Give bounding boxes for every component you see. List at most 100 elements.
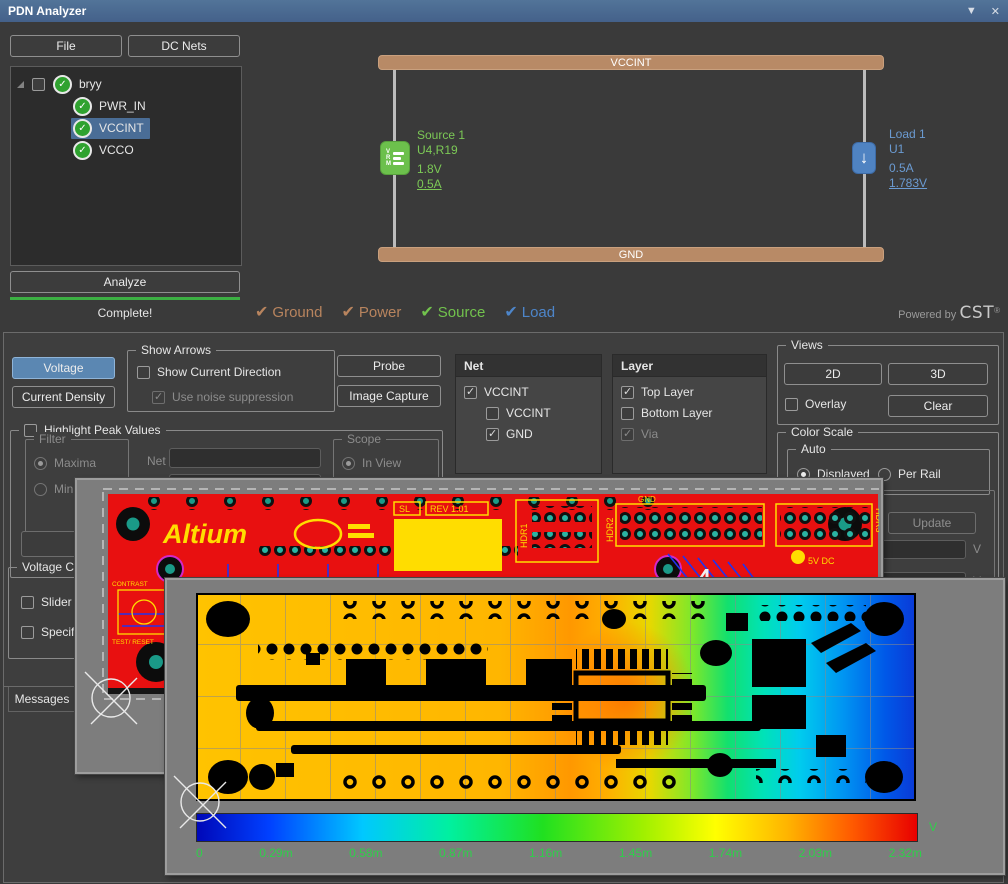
file-button[interactable]: File — [10, 35, 122, 57]
layer-item-top[interactable]: Top Layer — [621, 385, 766, 399]
legend-load: ✔Load — [504, 302, 555, 322]
legend-ground: ✔Ground — [255, 302, 322, 322]
source-info: Source 1 U4,R19 1.8V 0.5A — [417, 128, 465, 192]
source-designators: U4,R19 — [417, 143, 465, 158]
tree-row-vccint-selected[interactable]: ✓ VCCINT — [11, 117, 241, 139]
overlay-row[interactable]: Overlay — [785, 397, 846, 411]
image-capture-button[interactable]: Image Capture — [337, 385, 441, 407]
close-icon[interactable]: ✕ — [991, 5, 1000, 18]
vrm-bars-icon — [393, 152, 404, 165]
tree-root-label[interactable]: bryy — [79, 77, 102, 91]
probe-button[interactable]: Probe — [337, 355, 441, 377]
layer-panel: Layer Top Layer Bottom Layer Via — [612, 354, 767, 474]
source-name: Source 1 — [417, 128, 465, 143]
clear-button[interactable]: Clear — [888, 395, 988, 417]
cst-logo: CST — [960, 303, 995, 323]
five-v-label: 5V DC — [808, 556, 835, 566]
net-gnd-checkbox[interactable] — [486, 428, 499, 441]
via-checkbox[interactable] — [621, 428, 634, 441]
window-title: PDN Analyzer — [8, 4, 952, 18]
sl-label: SL — [399, 504, 410, 514]
vrm-source-icon[interactable]: VRM — [381, 142, 409, 174]
in-view-row: In View — [342, 456, 401, 470]
test-reset-label: TEST/ RESET — [112, 639, 154, 646]
powered-by-cst: Powered by CST® — [898, 303, 1000, 323]
vrm-label: VRM — [386, 149, 391, 167]
legend-power: ✔Power — [341, 302, 401, 322]
view-3d-button[interactable]: 3D — [888, 363, 988, 385]
tree-row-pwr-in[interactable]: ✓ PWR_IN — [11, 95, 241, 117]
source-voltage: 1.8V — [417, 162, 465, 177]
bottom-rail-bus[interactable]: GND — [378, 247, 884, 262]
top-rail-bus[interactable]: VCCINT — [378, 55, 884, 70]
hdr3-label: HDR3 — [874, 508, 879, 533]
maxima-radio[interactable] — [34, 457, 47, 470]
load-icon[interactable]: ↓ — [853, 143, 875, 173]
net-tree: ✓ bryy ✓ PWR_IN ✓ VCCINT ✓ VCCO — [10, 66, 242, 266]
progress-bar — [10, 297, 240, 300]
status-text: Complete! — [10, 306, 240, 320]
load-designators: U1 — [889, 142, 927, 157]
contrast-label: CONTRAST — [112, 581, 148, 588]
load-info: Load 1 U1 0.5A 1.783V — [889, 127, 927, 191]
layer-item-via: Via — [621, 427, 766, 441]
check-circle-icon: ✓ — [73, 97, 92, 116]
net-vccint-child-checkbox[interactable] — [486, 407, 499, 420]
highlight-net-field[interactable] — [169, 448, 321, 468]
specific-row[interactable]: Specifi — [21, 625, 77, 639]
slider-checkbox[interactable] — [21, 596, 34, 609]
hdr2-label: HDR2 — [605, 517, 615, 542]
noise-suppression-row: Use noise suppression — [152, 390, 293, 404]
check-circle-icon: ✓ — [73, 119, 92, 138]
minima-radio[interactable] — [34, 483, 47, 496]
tree-item-label[interactable]: VCCO — [99, 143, 134, 157]
net-field-label: Net — [147, 454, 166, 468]
bottom-layer-checkbox[interactable] — [621, 407, 634, 420]
slider-row[interactable]: Slider — [21, 595, 72, 609]
in-view-radio[interactable] — [342, 457, 355, 470]
source-current[interactable]: 0.5A — [417, 177, 465, 192]
net-vccint-checkbox[interactable] — [464, 386, 477, 399]
tree-expander-icon[interactable] — [17, 81, 24, 88]
show-current-direction-row[interactable]: Show Current Direction — [137, 365, 281, 379]
view-2d-button[interactable]: 2D — [784, 363, 882, 385]
scale-max-unit: V — [973, 542, 981, 556]
window-titlebar: PDN Analyzer ▼ ✕ — [0, 0, 1008, 22]
analyze-button[interactable]: Analyze — [10, 271, 240, 293]
voltage-button[interactable]: Voltage — [12, 357, 115, 379]
per-rail-row[interactable]: Per Rail — [878, 467, 941, 481]
dc-nets-button[interactable]: DC Nets — [128, 35, 240, 57]
layer-item-bottom[interactable]: Bottom Layer — [621, 406, 766, 420]
load-current: 0.5A — [889, 161, 927, 176]
show-current-direction-checkbox[interactable] — [137, 366, 150, 379]
load-voltage[interactable]: 1.783V — [889, 176, 927, 191]
pcb-window-voltage-map[interactable]: V 0 0.29m 0.58m 0.87m 1.16m 1.45m 1.74m … — [165, 578, 1005, 875]
overlay-checkbox[interactable] — [785, 398, 798, 411]
top-layer-checkbox[interactable] — [621, 386, 634, 399]
tree-root-checkbox[interactable] — [32, 78, 45, 91]
views-group: Views 2D 3D Overlay Clear — [777, 345, 999, 425]
scope-title: Scope — [342, 432, 386, 446]
menu-chevron-icon[interactable]: ▼ — [966, 5, 977, 17]
legend-source: ✔Source — [420, 302, 485, 322]
origin-crosshair-icon — [82, 669, 140, 727]
update-button[interactable]: Update — [888, 512, 976, 534]
auto-title: Auto — [796, 442, 831, 456]
messages-tab[interactable]: Messages — [8, 687, 76, 712]
noise-suppression-checkbox[interactable] — [152, 391, 165, 404]
tree-row-vcco[interactable]: ✓ VCCO — [11, 139, 241, 161]
net-item-gnd[interactable]: GND — [486, 427, 601, 441]
net-item-vccint[interactable]: VCCINT — [464, 385, 601, 399]
current-density-button[interactable]: Current Density — [12, 386, 115, 408]
tree-item-label[interactable]: VCCINT — [99, 121, 144, 135]
tree-selection-highlight[interactable]: ✓ VCCINT — [71, 118, 150, 139]
tree-item-label[interactable]: PWR_IN — [99, 99, 146, 113]
specific-checkbox[interactable] — [21, 626, 34, 639]
color-scale-unit: V — [929, 820, 937, 834]
voltage-map-image[interactable] — [196, 593, 916, 801]
origin-crosshair-icon — [171, 773, 229, 831]
net-item-vccint-child[interactable]: VCCINT — [486, 406, 601, 420]
check-circle-icon: ✓ — [73, 141, 92, 160]
check-icon: ✔ — [420, 304, 433, 321]
tree-row-root[interactable]: ✓ bryy — [11, 73, 241, 95]
